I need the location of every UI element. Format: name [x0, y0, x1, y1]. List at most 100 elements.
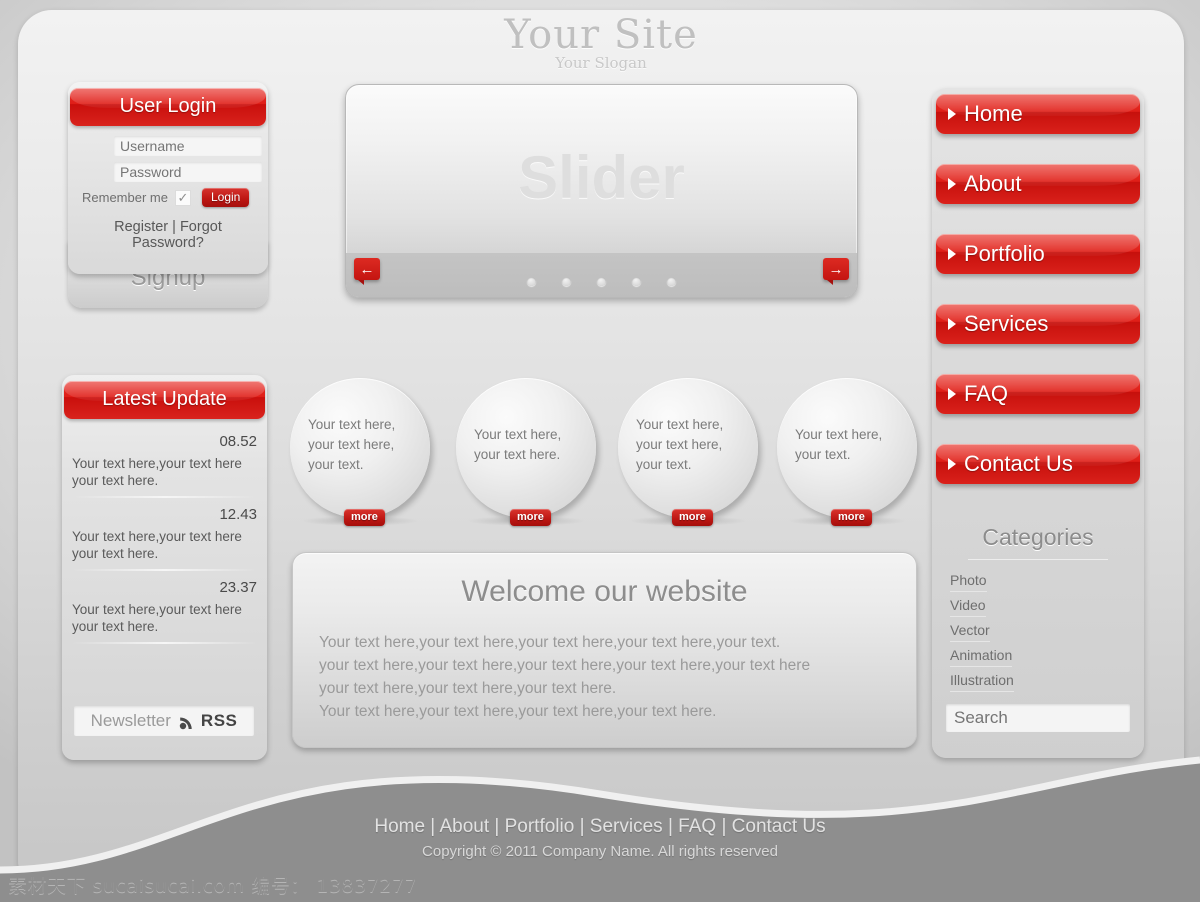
rss-waves-icon — [179, 717, 192, 729]
update-time: 08.52 — [219, 433, 257, 450]
nav-item-services[interactable]: Services — [936, 304, 1140, 344]
more-button[interactable]: more — [672, 509, 713, 526]
nav-label: Portfolio — [964, 241, 1045, 266]
slider-dot[interactable] — [597, 277, 606, 286]
divider — [72, 496, 257, 498]
footer-nav-links[interactable]: Home | About | Portfolio | Services | FA… — [0, 816, 1200, 838]
newsletter-rss-button[interactable]: Newsletter RSS — [74, 706, 254, 736]
welcome-body: Your text here,your text here,your text … — [293, 631, 916, 723]
latest-update-panel: Latest Update 08.52 Your text here,your … — [62, 375, 267, 760]
list-item[interactable]: Video — [950, 595, 1138, 617]
feature-circle-3[interactable]: Your text here, your text here, your tex… — [618, 378, 758, 526]
caret-right-icon — [948, 108, 956, 120]
latest-update-list: 08.52 Your text here,your text here your… — [62, 419, 267, 644]
list-item: 12.43 Your text here,your text here your… — [72, 506, 257, 571]
feature-circle-text: Your text here, your text here. — [474, 427, 562, 462]
password-input[interactable] — [114, 162, 262, 182]
slider-panel[interactable]: Slider ← → — [345, 84, 858, 298]
slider-dot[interactable] — [527, 277, 536, 286]
feature-circle-4[interactable]: Your text here, your text. more — [777, 378, 917, 526]
search-input[interactable] — [946, 704, 1130, 732]
categories-widget: Categories Photo Video Vector Animation … — [938, 500, 1138, 750]
footer-copyright: Copyright © 2011 Company Name. All right… — [422, 843, 778, 860]
footer: Home | About | Portfolio | Services | FA… — [0, 816, 1200, 860]
nav-label: Contact Us — [964, 451, 1073, 476]
username-input[interactable] — [114, 136, 262, 156]
category-label: Illustration — [950, 670, 1014, 692]
list-item: 23.37 Your text here,your text here your… — [72, 579, 257, 644]
welcome-panel: Welcome our website Your text here,your … — [292, 552, 917, 748]
caret-right-icon — [948, 248, 956, 260]
nav-item-portfolio[interactable]: Portfolio — [936, 234, 1140, 274]
slider-next-arrow-icon[interactable]: → — [823, 258, 849, 285]
feature-circle-text: Your text here, your text. — [795, 427, 883, 462]
latest-update-title: Latest Update — [64, 381, 265, 419]
update-text: Your text here,your text here your text … — [72, 602, 242, 634]
more-button[interactable]: more — [510, 509, 551, 526]
welcome-title: Welcome our website — [461, 575, 748, 608]
user-login-form: Remember me ✓ Login Register | Forgot Pa… — [68, 128, 268, 251]
feature-circle-2[interactable]: Your text here, your text here. more — [456, 378, 596, 526]
list-item[interactable]: Vector — [950, 620, 1138, 642]
site-title: Your Site — [504, 12, 698, 58]
remember-me-checkbox[interactable]: ✓ — [174, 189, 191, 206]
remember-me-row: Remember me ✓ Login — [82, 188, 258, 207]
site-slogan: Your Slogan — [555, 54, 647, 72]
update-time: 23.37 — [219, 579, 257, 596]
welcome-line: Your text here,your text here,your text … — [319, 703, 717, 720]
slider-placeholder-text: Slider — [518, 144, 685, 211]
caret-right-icon — [948, 178, 956, 190]
rss-label: RSS — [200, 711, 238, 730]
list-item: 08.52 Your text here,your text here your… — [72, 433, 257, 498]
update-time: 12.43 — [219, 506, 257, 523]
site-header: Your Site Your Slogan — [18, 14, 1184, 74]
more-button[interactable]: more — [344, 509, 385, 526]
nav-label: Services — [964, 311, 1049, 336]
login-links[interactable]: Register | Forgot Password? — [78, 219, 258, 251]
welcome-line: Your text here,your text here,your text … — [319, 634, 781, 651]
stock-watermark: 素材天下 sucaisucai.com 编号： 13837277 — [8, 875, 418, 897]
caret-right-icon — [948, 388, 956, 400]
update-text: Your text here,your text here your text … — [72, 456, 242, 488]
caret-right-icon — [948, 458, 956, 470]
page-root: Your Site Your Slogan Signup User Login … — [0, 0, 1200, 902]
remember-me-label: Remember me — [82, 190, 168, 205]
nav-item-faq[interactable]: FAQ — [936, 374, 1140, 414]
nav-item-contact-us[interactable]: Contact Us — [936, 444, 1140, 484]
slider-dot[interactable] — [562, 277, 571, 286]
list-item[interactable]: Animation — [950, 645, 1138, 667]
slider-dots[interactable] — [346, 277, 857, 286]
category-label: Animation — [950, 645, 1013, 667]
nav-label: Home — [964, 101, 1023, 126]
category-label: Photo — [950, 570, 987, 592]
nav-item-about[interactable]: About — [936, 164, 1140, 204]
nav-item-home[interactable]: Home — [936, 94, 1140, 134]
welcome-line: your text here,your text here,your text … — [319, 657, 811, 674]
nav-label: FAQ — [964, 381, 1009, 406]
caret-right-icon — [948, 318, 956, 330]
nav-label: About — [964, 171, 1022, 196]
welcome-line: your text here,your text here,your text … — [319, 680, 617, 697]
feature-circle-1[interactable]: Your text here, your text here, your tex… — [290, 378, 430, 526]
categories-title: Categories — [982, 524, 1094, 550]
categories-divider — [968, 559, 1108, 560]
user-login-title: User Login — [70, 88, 266, 126]
feature-circle-text: Your text here, your text here, your tex… — [308, 417, 396, 472]
slider-dot[interactable] — [632, 277, 641, 286]
user-login-panel: User Login Remember me ✓ Login Register … — [68, 82, 268, 274]
slider-prev-arrow-icon[interactable]: ← — [354, 258, 380, 285]
update-text: Your text here,your text here your text … — [72, 529, 242, 561]
more-button[interactable]: more — [831, 509, 872, 526]
category-label: Video — [950, 595, 986, 617]
divider — [72, 642, 257, 644]
list-item[interactable]: Illustration — [950, 670, 1138, 692]
feature-circle-text: Your text here, your text here, your tex… — [636, 417, 724, 472]
login-button[interactable]: Login — [201, 188, 250, 207]
slider-控制-bar — [346, 253, 857, 297]
list-item[interactable]: Photo — [950, 570, 1138, 592]
categories-list: Photo Video Vector Animation Illustratio… — [938, 570, 1138, 692]
slider-dot[interactable] — [667, 277, 676, 286]
newsletter-label: Newsletter — [90, 711, 171, 730]
rss-icon: RSS — [179, 711, 237, 731]
divider — [72, 569, 257, 571]
